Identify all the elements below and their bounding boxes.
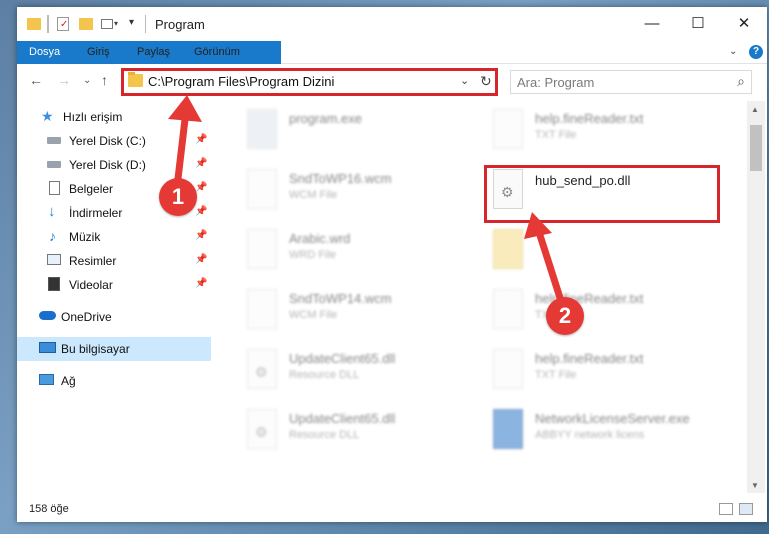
annotation-arrows — [168, 95, 566, 308]
step-2-badge: 2 — [546, 297, 584, 335]
explorer-window: ✓ ▾ ▾ Program — ☐ ✕ Dosya Giriş Paylaş G… — [17, 7, 767, 522]
step-1-badge: 1 — [159, 178, 197, 216]
arrow-1 — [168, 95, 202, 191]
arrow-2 — [524, 212, 566, 308]
